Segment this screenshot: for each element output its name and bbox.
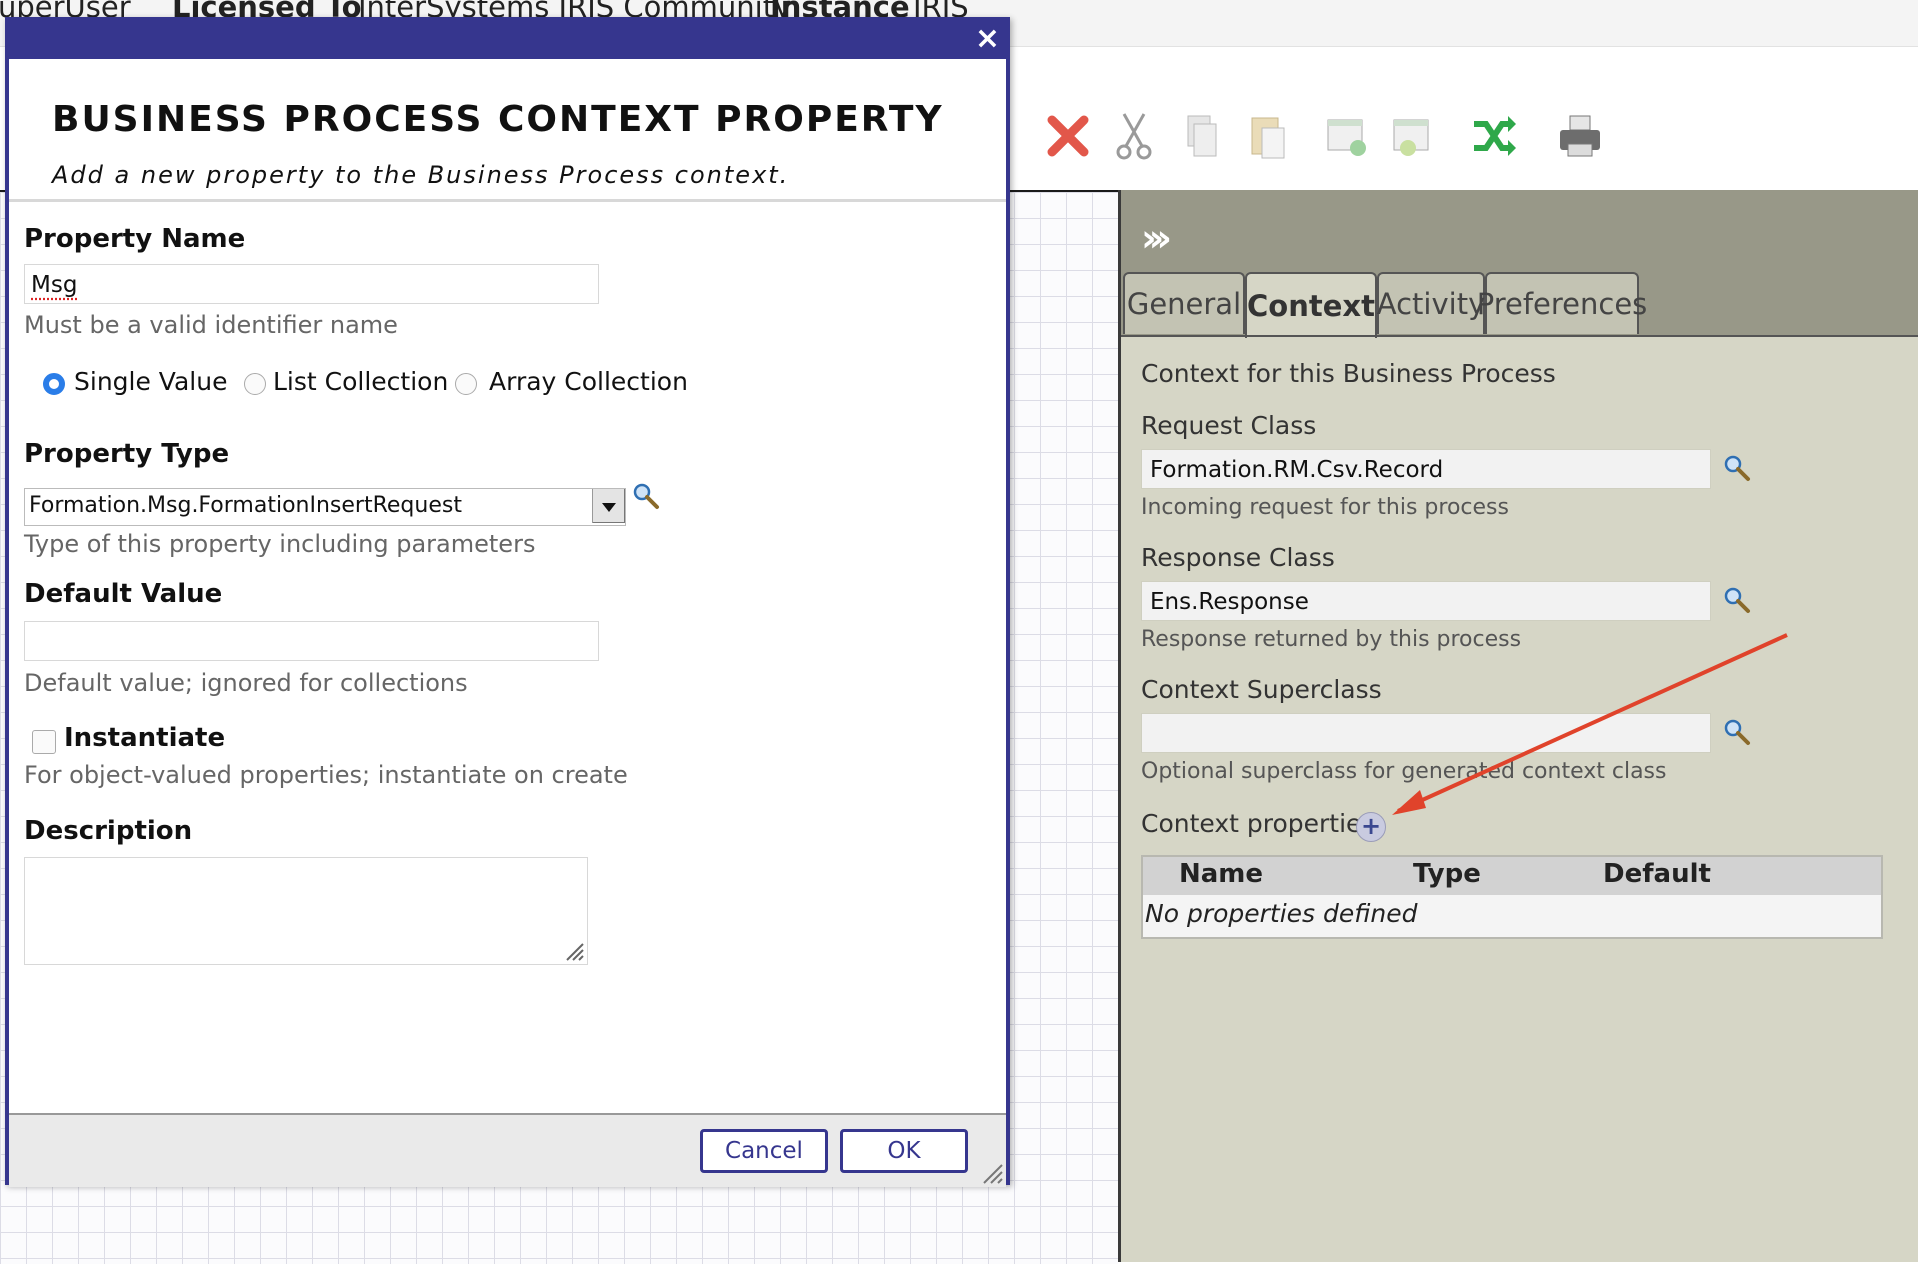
list-collection-radio[interactable] [244,373,266,395]
copy-icon[interactable] [1176,110,1224,162]
delete-icon[interactable] [1044,110,1092,162]
dialog-titlebar[interactable]: × [9,21,1006,59]
context-property-dialog: × BUSINESS PROCESS CONTEXT PROPERTY Add … [5,17,1010,1187]
context-properties-table: Name Type Default No properties defined [1141,855,1883,939]
property-type-hint: Type of this property including paramete… [24,530,536,558]
empty-table-message: No properties defined [1145,899,1418,928]
tab-activity[interactable]: Activity [1377,272,1485,334]
cut-icon[interactable] [1110,110,1158,162]
list-collection-label[interactable]: List Collection [273,367,448,396]
collapse-panel-icon[interactable]: ››› [1141,216,1172,260]
single-value-label[interactable]: Single Value [74,367,227,396]
property-name-label: Property Name [24,224,246,254]
dialog-subtitle: Add a new property to the Business Proce… [52,161,790,189]
cancel-button[interactable]: Cancel [700,1129,828,1173]
instantiate-checkbox[interactable] [32,730,56,754]
context-heading: Context for this Business Process [1141,359,1556,388]
description-textarea[interactable] [24,857,588,965]
paste-icon[interactable] [1242,110,1290,162]
single-value-radio[interactable] [43,373,65,395]
group-add-icon[interactable] [1322,110,1370,162]
dialog-header: BUSINESS PROCESS CONTEXT PROPERTY Add a … [9,59,1006,202]
ok-button[interactable]: OK [840,1129,968,1173]
table-header: Name Type Default [1143,857,1881,895]
dialog-footer: Cancel OK [9,1113,1006,1187]
default-value-input[interactable] [24,621,599,661]
tab-general[interactable]: General [1123,272,1245,334]
description-label: Description [24,816,193,846]
column-type: Type [1413,859,1481,889]
instantiate-hint: For object-valued properties; instantiat… [24,761,628,789]
response-class-label: Response Class [1141,543,1335,572]
array-collection-label[interactable]: Array Collection [489,367,688,396]
column-name: Name [1179,859,1264,889]
response-class-input[interactable]: Ens.Response [1141,581,1711,621]
resize-grip-icon[interactable] [563,940,585,962]
default-value-label: Default Value [24,579,223,609]
request-class-label: Request Class [1141,411,1317,440]
property-name-input[interactable]: Msg [24,264,599,304]
dialog-title: BUSINESS PROCESS CONTEXT PROPERTY [52,99,944,140]
property-name-value: Msg [31,272,78,298]
instantiate-label[interactable]: Instantiate [64,723,225,753]
group-remove-icon[interactable] [1388,110,1436,162]
tab-preferences[interactable]: Preferences [1477,272,1647,334]
tab-context[interactable]: Context [1245,272,1377,338]
property-type-select[interactable]: Formation.Msg.FormationInsertRequest [24,488,626,526]
request-class-hint: Incoming request for this process [1141,495,1509,520]
property-type-label: Property Type [24,439,230,469]
print-icon[interactable] [1556,110,1604,162]
property-type-search-icon[interactable] [631,481,661,511]
property-name-hint: Must be a valid identifier name [24,311,398,339]
dialog-resize-icon[interactable] [980,1161,1004,1185]
editor-toolbar [1010,110,1610,180]
annotation-arrow-icon [1392,633,1788,815]
response-class-search-icon[interactable] [1722,585,1752,615]
request-class-search-icon[interactable] [1722,453,1752,483]
panel-header: ››› General Context Activity Preferences [1121,190,1918,338]
context-superclass-label: Context Superclass [1141,675,1382,704]
default-value-hint: Default value; ignored for collections [24,669,468,697]
close-icon[interactable]: × [975,22,1000,56]
chevron-down-icon[interactable] [592,489,625,523]
request-class-input[interactable]: Formation.RM.Csv.Record [1141,449,1711,489]
array-collection-radio[interactable] [455,373,477,395]
context-properties-label: Context properties [1141,809,1375,838]
shuffle-icon[interactable] [1470,110,1518,162]
column-default: Default [1603,859,1711,889]
property-type-value: Formation.Msg.FormationInsertRequest [29,493,462,518]
